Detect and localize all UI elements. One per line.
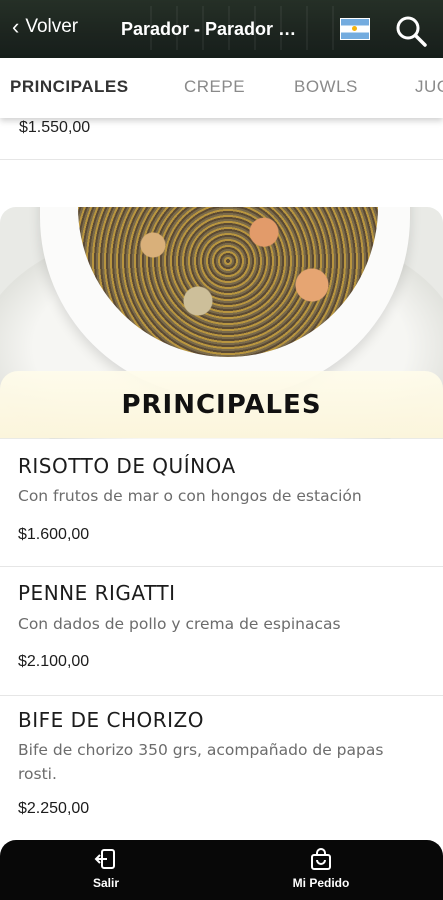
item-price: $1.600,00 bbox=[18, 526, 90, 543]
item-price: $2.250,00 bbox=[18, 800, 90, 817]
item-name: PENNE RIGATTI bbox=[18, 581, 176, 605]
item-description: Bife de chorizo 350 grs, acompañado de p… bbox=[18, 741, 384, 783]
argentina-flag-icon[interactable] bbox=[340, 18, 370, 40]
bottom-nav: Salir Mi Pedido bbox=[0, 840, 443, 900]
chevron-left-icon: ‹ bbox=[12, 14, 20, 39]
exit-button[interactable]: Salir bbox=[46, 848, 166, 890]
divider bbox=[0, 159, 443, 160]
page-title: Parador - Parador Bar bbox=[121, 19, 306, 39]
search-icon[interactable] bbox=[394, 14, 428, 48]
tab-crepe[interactable]: CREPE bbox=[184, 77, 245, 97]
back-button[interactable]: ‹ Volver bbox=[12, 16, 78, 38]
top-bar: ‹ Volver Parador - Parador Bar bbox=[0, 0, 443, 58]
exit-label: Salir bbox=[92, 876, 119, 890]
item-price: $2.100,00 bbox=[18, 653, 90, 670]
tab-bowls[interactable]: BOWLS bbox=[294, 77, 358, 97]
tab-principales[interactable]: PRINCIPALES bbox=[10, 77, 129, 97]
menu-item[interactable]: PENNE RIGATTI Con dados de pollo y crema… bbox=[0, 567, 443, 695]
item-name: RISOTTO DE QUÍNOA bbox=[18, 454, 236, 478]
my-order-label: Mi Pedido bbox=[292, 876, 350, 890]
menu-item[interactable]: BIFE DE CHORIZO Bife de chorizo 350 grs,… bbox=[0, 696, 443, 836]
my-order-button[interactable]: Mi Pedido bbox=[261, 848, 381, 890]
item-description: Con frutos de mar o con hongos de estaci… bbox=[18, 487, 362, 505]
item-name: BIFE DE CHORIZO bbox=[18, 708, 204, 732]
tab-jugos[interactable]: JUGOS bbox=[415, 77, 443, 97]
menu-item[interactable]: RISOTTO DE QUÍNOA Con frutos de mar o co… bbox=[0, 438, 443, 566]
category-tabs: PRINCIPALES CREPE BOWLS JUGOS bbox=[0, 58, 443, 118]
exit-icon bbox=[94, 849, 115, 869]
section-title: PRINCIPALES bbox=[121, 389, 322, 420]
previous-item-price: $1.550,00 bbox=[19, 119, 91, 136]
section-header: PRINCIPALES bbox=[0, 371, 443, 438]
back-label: Volver bbox=[25, 16, 79, 37]
shopping-bag-icon bbox=[311, 848, 331, 870]
item-description: Con dados de pollo y crema de espinacas bbox=[18, 615, 341, 633]
